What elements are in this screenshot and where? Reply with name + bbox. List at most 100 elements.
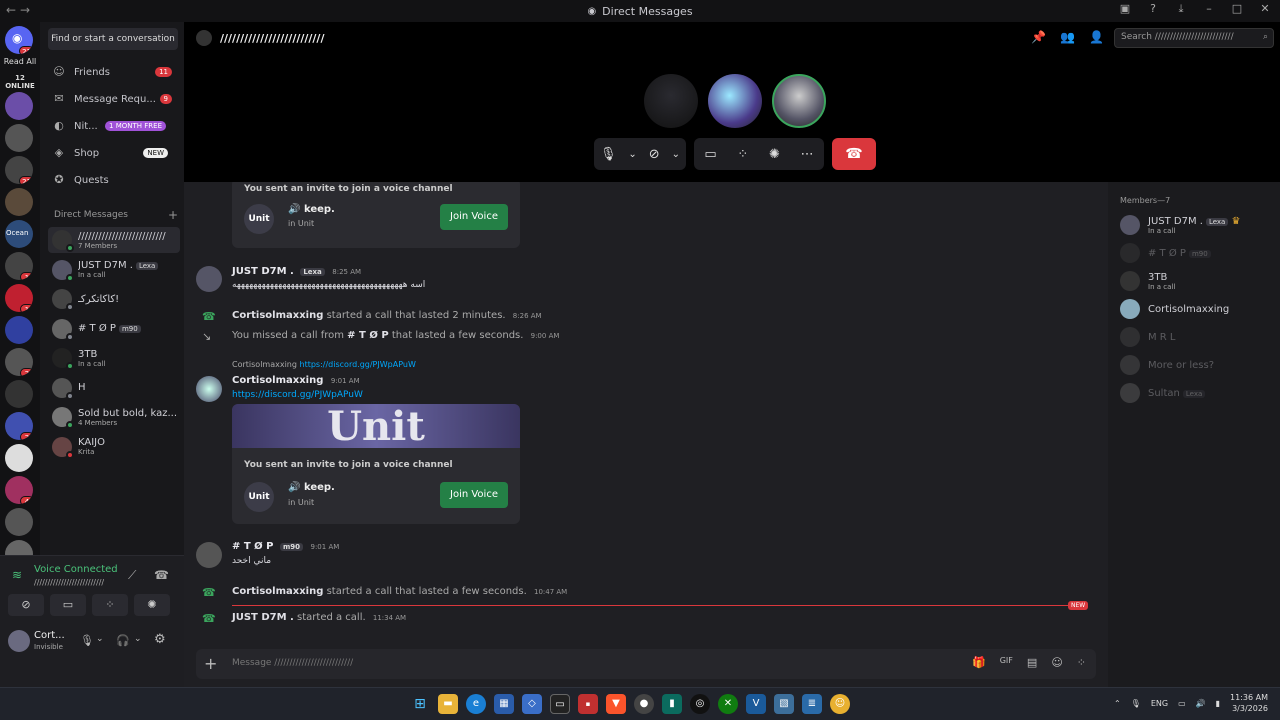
store-icon[interactable]: ▦ xyxy=(494,694,514,714)
reply-reference[interactable]: Cortisolmaxxing https://discord.gg/PJWpA… xyxy=(232,360,416,369)
system-user[interactable]: # T Ø P xyxy=(347,330,388,341)
activity-button[interactable]: ⁘ xyxy=(92,594,128,616)
headphones-icon[interactable]: 🎧 xyxy=(116,634,130,647)
dm-item[interactable]: 3TB In a call xyxy=(48,345,180,371)
message-composer[interactable]: + Message ////////////////////////// 🎁 G… xyxy=(196,649,1096,679)
terminal-icon[interactable]: ▭ xyxy=(550,694,570,714)
search-input[interactable]: Search ////////////////////////// ⌕ xyxy=(1114,28,1274,48)
microphone-icon[interactable]: 🎙 xyxy=(600,147,617,162)
soundboard-button[interactable]: ✺ xyxy=(134,594,170,616)
xbox-icon[interactable]: ✕ xyxy=(718,694,738,714)
avatar[interactable] xyxy=(196,376,222,402)
members-icon[interactable]: 👤 xyxy=(1089,30,1104,44)
author-name[interactable]: Cortisolmaxxing xyxy=(232,375,323,386)
maximize-icon[interactable]: □ xyxy=(1230,2,1244,16)
server-icon[interactable]: Ocean xyxy=(5,220,33,248)
member-item[interactable]: Cortisolmaxxing xyxy=(1120,298,1276,320)
language-indicator[interactable]: ENG xyxy=(1151,699,1168,708)
member-item[interactable]: More or less? xyxy=(1120,354,1276,376)
sticker-icon[interactable]: ▤ xyxy=(1027,656,1037,669)
home-button[interactable]: ◉ 21 xyxy=(5,26,33,54)
hang-up-button[interactable]: ☎ xyxy=(832,138,876,170)
find-conversation-button[interactable]: Find or start a conversation xyxy=(48,28,178,50)
gift-icon[interactable]: 🎁 xyxy=(972,656,986,669)
chevron-down-icon[interactable]: ⌄ xyxy=(628,149,636,160)
avatar[interactable] xyxy=(196,542,222,568)
chevron-down-icon[interactable]: ⌄ xyxy=(134,634,142,644)
network-icon[interactable]: ▭ xyxy=(1178,699,1186,708)
message-link[interactable]: https://discord.gg/PJWpAPuW xyxy=(232,390,363,400)
server-icon[interactable] xyxy=(5,508,33,536)
chevron-down-icon[interactable]: ⌄ xyxy=(672,149,680,160)
avatar[interactable] xyxy=(196,266,222,292)
app-icon[interactable]: ▪ xyxy=(578,694,598,714)
back-forward-icon[interactable]: ←→ xyxy=(6,3,34,17)
dm-item[interactable]: //////////////////////////7 Members xyxy=(48,227,180,253)
voice-channel[interactable]: ////////////////////////// xyxy=(34,578,104,587)
chevron-up-icon[interactable]: ⌃ xyxy=(1114,699,1121,708)
microphone-icon[interactable]: 🎙 xyxy=(1131,699,1141,708)
clock[interactable]: 11:36 AM 3/3/2026 xyxy=(1230,692,1268,714)
server-icon[interactable] xyxy=(5,316,33,344)
dm-item[interactable]: Sold but bold, kaz... 4 Members xyxy=(48,404,180,430)
dm-item[interactable]: كاكاتكركـ! xyxy=(48,286,180,312)
server-icon[interactable]: 2 xyxy=(5,412,33,440)
chevron-down-icon[interactable]: ⌄ xyxy=(96,634,104,644)
read-all-button[interactable]: Read All xyxy=(0,57,40,66)
join-voice-button[interactable]: Join Voice xyxy=(440,204,508,230)
brave-icon[interactable]: ▼ xyxy=(606,694,626,714)
camera-button[interactable]: ⊘ xyxy=(8,594,44,616)
dm-item[interactable]: # T Ø Pm90 xyxy=(48,316,180,342)
emoji-icon[interactable]: ☺ xyxy=(1051,656,1062,669)
server-icon[interactable]: 21 xyxy=(5,156,33,184)
disconnect-icon[interactable]: ☎ xyxy=(154,568,169,582)
server-icon[interactable]: 2 xyxy=(5,348,33,376)
add-friend-icon[interactable]: 👥 xyxy=(1060,30,1075,44)
nav-item[interactable]: ◈ Shop NEW xyxy=(48,142,178,164)
minimize-icon[interactable]: – xyxy=(1202,2,1216,16)
system-user[interactable]: JUST D7M . xyxy=(232,612,294,623)
signal-icon[interactable]: ≋ xyxy=(12,568,22,582)
more-icon[interactable]: ⋯ xyxy=(801,147,814,162)
chrome-icon[interactable]: ● xyxy=(634,694,654,714)
dm-item[interactable]: JUST D7M . Lexa In a call xyxy=(48,257,180,283)
dm-item[interactable]: KAIJO Krita xyxy=(48,434,180,460)
server-icon[interactable]: 1 xyxy=(5,284,33,312)
member-item[interactable]: M R L xyxy=(1120,326,1276,348)
app-icon[interactable]: ▧ xyxy=(774,694,794,714)
discord-taskbar-icon[interactable]: ☺ xyxy=(830,694,850,714)
join-voice-button[interactable]: Join Voice xyxy=(440,482,508,508)
activity-icon[interactable]: ⁘ xyxy=(737,147,748,162)
server-icon[interactable] xyxy=(5,92,33,120)
server-icon[interactable] xyxy=(5,444,33,472)
help-icon[interactable]: ? xyxy=(1146,2,1160,16)
code-icon[interactable]: V xyxy=(746,694,766,714)
camera-off-icon[interactable]: ⊘ xyxy=(649,147,660,162)
member-item[interactable]: # T Ø Pm90 xyxy=(1120,242,1276,264)
system-user[interactable]: Cortisolmaxxing xyxy=(232,586,323,597)
screenshare-button[interactable]: ▭ xyxy=(50,594,86,616)
create-dm-icon[interactable]: + xyxy=(168,208,178,222)
member-item[interactable]: 3TB In a call xyxy=(1120,270,1276,292)
system-user[interactable]: Cortisolmaxxing xyxy=(232,310,323,321)
file-explorer-icon[interactable]: ▬ xyxy=(438,694,458,714)
nav-item[interactable]: ✉ Message Requ... 9 xyxy=(48,88,178,110)
nav-item[interactable]: ◐ Nit... 1 MONTH FREE xyxy=(48,115,178,137)
volume-icon[interactable]: 🔊 xyxy=(1196,699,1206,708)
battery-icon[interactable]: ▮ xyxy=(1216,699,1220,708)
member-item[interactable]: JUST D7M . Lexa ♛ In a call xyxy=(1120,214,1276,236)
pin-icon[interactable]: 📌 xyxy=(1031,30,1046,44)
download-icon[interactable]: ⤓ xyxy=(1174,2,1188,16)
server-icon[interactable]: 4 xyxy=(5,476,33,504)
member-item[interactable]: Sultan Lexa xyxy=(1120,382,1276,404)
apps-icon[interactable]: ⁘ xyxy=(1077,656,1086,669)
author-name[interactable]: JUST D7M . xyxy=(232,266,294,277)
call-participant-avatar[interactable] xyxy=(644,74,698,128)
server-icon[interactable] xyxy=(5,188,33,216)
windows-start-icon[interactable]: ⊞ xyxy=(410,694,430,714)
nav-item[interactable]: ☺ Friends 11 xyxy=(48,61,178,83)
author-name[interactable]: # T Ø P xyxy=(232,541,273,552)
call-participant-avatar[interactable] xyxy=(772,74,826,128)
edge-icon[interactable]: e xyxy=(466,694,486,714)
call-participant-avatar[interactable] xyxy=(708,74,762,128)
